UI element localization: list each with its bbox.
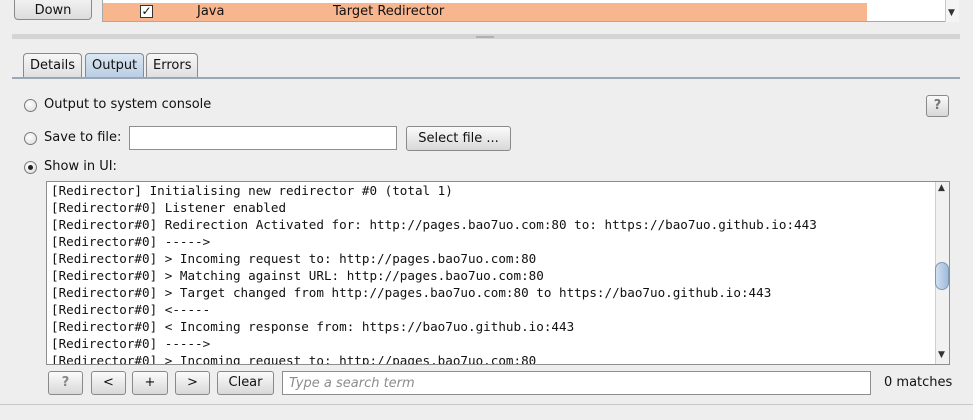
log-line: [Redirector#0] > Incoming request to: ht… xyxy=(51,251,537,266)
help-icon[interactable]: ? xyxy=(926,95,949,117)
table-scrollbar[interactable]: ▼ xyxy=(945,0,959,22)
tab-output[interactable]: Output xyxy=(85,53,145,78)
log-line: [Redirector] Initialising new redirector… xyxy=(51,183,453,198)
tab-details[interactable]: Details xyxy=(23,53,83,78)
file-path-input[interactable] xyxy=(129,126,397,150)
clear-button[interactable]: Clear xyxy=(217,371,274,395)
save-file-radio[interactable] xyxy=(24,132,37,145)
search-help-button[interactable]: ? xyxy=(48,371,83,395)
scrollbar-thumb[interactable] xyxy=(935,262,949,290)
log-line: [Redirector#0] > Matching against URL: h… xyxy=(51,268,544,283)
bottom-divider xyxy=(0,404,973,405)
log-line: [Redirector#0] Listener enabled xyxy=(51,200,287,215)
next-match-button[interactable]: > xyxy=(175,371,210,395)
log-line: [Redirector#0] Redirection Activated for… xyxy=(51,217,817,232)
add-filter-button[interactable]: + xyxy=(132,371,168,395)
scroll-down-icon[interactable]: ▼ xyxy=(938,350,945,360)
log-line: [Redirector#0] -----> xyxy=(51,234,211,249)
previous-match-button[interactable]: < xyxy=(91,371,126,395)
log-line: [Redirector#0] > Target changed from htt… xyxy=(51,285,772,300)
down-button[interactable]: Down xyxy=(14,0,92,20)
console-radio[interactable] xyxy=(24,99,37,112)
log-line: [Redirector#0] -----> xyxy=(51,336,211,351)
row-name: Target Redirector xyxy=(333,4,445,19)
tab-divider xyxy=(12,77,960,79)
console-label: Output to system console xyxy=(44,97,212,112)
splitter-grip-icon[interactable] xyxy=(476,36,494,38)
log-scrollbar[interactable]: ▲ ▼ xyxy=(935,182,949,364)
show-ui-label: Show in UI: xyxy=(44,159,117,174)
tab-errors[interactable]: Errors xyxy=(146,53,199,78)
extensions-table: ✓ Java Target Redirector ▼ xyxy=(102,0,959,22)
show-ui-radio[interactable] xyxy=(24,161,37,174)
match-count: 0 matches xyxy=(884,375,953,390)
loaded-checkbox[interactable]: ✓ xyxy=(140,5,153,18)
log-line: [Redirector#0] <----- xyxy=(51,302,211,317)
table-row[interactable]: ✓ Java Target Redirector xyxy=(103,3,867,21)
log-line: [Redirector#0] > Incoming request to: ht… xyxy=(51,353,537,365)
log-line: [Redirector#0] < Incoming response from:… xyxy=(51,319,575,334)
scroll-down-icon[interactable]: ▼ xyxy=(948,8,955,18)
select-file-button[interactable]: Select file ... xyxy=(406,126,511,151)
output-log[interactable]: [Redirector] Initialising new redirector… xyxy=(46,181,950,365)
radio-selected-dot xyxy=(28,165,33,170)
scroll-up-icon[interactable]: ▲ xyxy=(938,183,945,193)
log-text[interactable]: [Redirector] Initialising new redirector… xyxy=(51,182,817,365)
search-input[interactable] xyxy=(282,371,871,395)
row-type: Java xyxy=(197,4,225,19)
save-file-label: Save to file: xyxy=(44,130,122,145)
